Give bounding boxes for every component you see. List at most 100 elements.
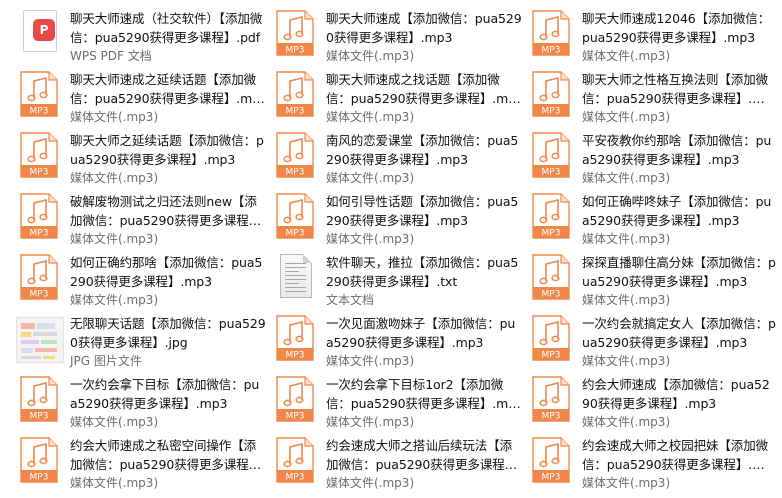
svg-text:MP3: MP3 [30,473,49,483]
file-name: 软件聊天，推拉【添加微信：pua5290获得更多课程】.txt [326,255,519,289]
pdf-icon: P [16,8,62,58]
svg-text:MP3: MP3 [542,290,561,300]
file-item[interactable]: MP3 聊天大师之延续话题【添加微信：pua5290获得更多课程】.mp3 媒体… [16,128,272,189]
file-name: 约会大师速成之私密空间操作【添加微信：pua5290获得更多课程】.mp3 [70,438,265,472]
file-name: 聊天大师速成12046【添加微信：pua5290获得更多课程】.mp3 [582,11,771,45]
file-type: 媒体文件(.mp3) [326,415,415,429]
file-type: WPS PDF 文档 [70,49,152,63]
file-item[interactable]: MP3 聊天大师速成【添加微信：pua5290获得更多课程】.mp3 媒体文件(… [272,6,528,67]
file-type: 媒体文件(.mp3) [582,171,671,185]
file-item[interactable]: MP3 一次见面激吻妹子【添加微信：pua5290获得更多课程】.mp3 媒体文… [272,311,528,372]
file-name: 聊天大师之延续话题【添加微信：pua5290获得更多课程】.mp3 [70,133,264,167]
mp3-icon: MP3 [528,8,574,58]
svg-text:MP3: MP3 [30,290,49,300]
file-item[interactable]: MP3 约会大师速成之私密空间操作【添加微信：pua5290获得更多课程】.mp… [16,433,272,494]
svg-text:MP3: MP3 [30,229,49,239]
file-item[interactable]: MP3 如何正确约那啥【添加微信：pua5290获得更多课程】.mp3 媒体文件… [16,250,272,311]
mp3-icon: MP3 [16,130,62,180]
file-type: 媒体文件(.mp3) [70,476,159,490]
svg-text:MP3: MP3 [542,107,561,117]
svg-text:MP3: MP3 [286,351,305,361]
file-item[interactable]: MP3 南风的恋爱课堂【添加微信：pua5290获得更多课程】.mp3 媒体文件… [272,128,528,189]
file-item[interactable]: MP3 聊天大师速成之找话题【添加微信：pua5290获得更多课程】.mp3 媒… [272,67,528,128]
svg-text:MP3: MP3 [286,473,305,483]
file-name: 一次约会拿下目标【添加微信：pua5290获得更多课程】.mp3 [70,377,260,411]
file-item[interactable]: MP3 约会速成大师之搭讪后续玩法【添加微信：pua5290获得更多课程】.mp… [272,433,528,494]
mp3-icon: MP3 [16,374,62,424]
file-type: 媒体文件(.mp3) [70,415,159,429]
file-item[interactable]: 软件聊天，推拉【添加微信：pua5290获得更多课程】.txt 文本文档 [272,250,528,311]
file-name: 一次约会就搞定女人【添加微信：pua5290获得更多课程】.mp3 [582,316,776,350]
mp3-icon: MP3 [528,252,574,302]
mp3-icon: MP3 [272,69,318,119]
file-name: 如何正确哔咚妹子【添加微信：pua5290获得更多课程】.mp3 [582,194,772,228]
file-item[interactable]: MP3 约会速成大师之校园把妹【添加微信：pua5290获得更多课程】.mp3 … [528,433,782,494]
jpg-thumbnail [16,313,64,363]
file-name: 南风的恋爱课堂【添加微信：pua5290获得更多课程】.mp3 [326,133,519,167]
svg-text:MP3: MP3 [286,412,305,422]
file-item[interactable]: P 聊天大师速成（社交软件）【添加微信：pua5290获得更多课程】.pdf W… [16,6,272,67]
svg-text:MP3: MP3 [542,473,561,483]
svg-text:MP3: MP3 [286,46,305,56]
mp3-icon: MP3 [16,191,62,241]
file-type: 媒体文件(.mp3) [582,110,671,124]
file-type: 媒体文件(.mp3) [70,110,159,124]
mp3-icon: MP3 [272,374,318,424]
mp3-icon: MP3 [272,130,318,180]
file-item[interactable]: MP3 如何引导性话题【添加微信：pua5290获得更多课程】.mp3 媒体文件… [272,189,528,250]
svg-text:MP3: MP3 [30,412,49,422]
mp3-icon: MP3 [272,313,318,363]
file-type: 媒体文件(.mp3) [326,354,415,368]
file-name: 约会大师速成【添加微信：pua5290获得更多课程】.mp3 [582,377,770,411]
file-type: 文本文档 [326,293,375,307]
svg-text:MP3: MP3 [286,168,305,178]
file-type: 媒体文件(.mp3) [70,232,159,246]
file-type: 媒体文件(.mp3) [582,232,671,246]
file-type: 媒体文件(.mp3) [326,110,415,124]
svg-text:MP3: MP3 [30,168,49,178]
file-type: 媒体文件(.mp3) [70,171,159,185]
mp3-icon: MP3 [528,191,574,241]
file-item[interactable]: MP3 一次约会就搞定女人【添加微信：pua5290获得更多课程】.mp3 媒体… [528,311,782,372]
file-name: 聊天大师速成之找话题【添加微信：pua5290获得更多课程】.mp3 [326,72,517,106]
file-type: 媒体文件(.mp3) [582,476,671,490]
svg-text:MP3: MP3 [542,412,561,422]
file-item[interactable]: MP3 约会大师速成【添加微信：pua5290获得更多课程】.mp3 媒体文件(… [528,372,782,433]
txt-icon [272,252,318,302]
mp3-icon: MP3 [16,69,62,119]
file-item[interactable]: MP3 聊天大师速成12046【添加微信：pua5290获得更多课程】.mp3 … [528,6,782,67]
file-item[interactable]: MP3 平安夜教你约那啥【添加微信：pua5290获得更多课程】.mp3 媒体文… [528,128,782,189]
file-item[interactable]: MP3 破解废物测试之归还法则new【添加微信：pua5290获得更多课程】.m… [16,189,272,250]
file-item[interactable]: MP3 一次约会拿下目标【添加微信：pua5290获得更多课程】.mp3 媒体文… [16,372,272,433]
file-type: 媒体文件(.mp3) [326,171,415,185]
mp3-icon: MP3 [272,435,318,485]
file-item[interactable]: 无限聊天话题【添加微信：pua5290获得更多课程】.jpg JPG 图片文件 [16,311,272,372]
file-name: 一次见面激吻妹子【添加微信：pua5290获得更多课程】.mp3 [326,316,516,350]
mp3-icon: MP3 [528,313,574,363]
svg-text:MP3: MP3 [542,46,561,56]
file-type: 媒体文件(.mp3) [326,49,415,63]
svg-text:MP3: MP3 [542,351,561,361]
file-item[interactable]: MP3 聊天大师速成之延续话题【添加微信：pua5290获得更多课程】.mp3 … [16,67,272,128]
file-item[interactable]: MP3 探探直播聊住高分妹【添加微信：pua5290获得更多课程】.mp3 媒体… [528,250,782,311]
file-item[interactable]: MP3 一次约会拿下目标1or2【添加微信：pua5290获得更多课程】.mp3… [272,372,528,433]
file-type: 媒体文件(.mp3) [326,476,415,490]
file-name: 聊天大师速成之延续话题【添加微信：pua5290获得更多课程】.mp3 [70,72,261,106]
file-item[interactable]: MP3 如何正确哔咚妹子【添加微信：pua5290获得更多课程】.mp3 媒体文… [528,189,782,250]
file-type: 媒体文件(.mp3) [582,354,671,368]
file-item[interactable]: MP3 聊天大师之性格互换法则【添加微信：pua5290获得更多课程】.mp3 … [528,67,782,128]
file-type: 媒体文件(.mp3) [582,49,671,63]
mp3-icon: MP3 [16,252,62,302]
file-type: 媒体文件(.mp3) [70,293,159,307]
file-name: 聊天大师速成【添加微信：pua5290获得更多课程】.mp3 [326,11,522,45]
file-name: 平安夜教你约那啥【添加微信：pua5290获得更多课程】.mp3 [582,133,772,167]
file-name: 无限聊天话题【添加微信：pua5290获得更多课程】.jpg [70,316,266,350]
file-type: 媒体文件(.mp3) [326,232,415,246]
file-name: 一次约会拿下目标1or2【添加微信：pua5290获得更多课程】.mp3 [326,377,517,411]
file-grid: P 聊天大师速成（社交软件）【添加微信：pua5290获得更多课程】.pdf W… [0,0,782,498]
svg-text:MP3: MP3 [286,107,305,117]
mp3-icon: MP3 [16,435,62,485]
mp3-icon: MP3 [528,374,574,424]
mp3-icon: MP3 [528,130,574,180]
mp3-icon: MP3 [272,8,318,58]
